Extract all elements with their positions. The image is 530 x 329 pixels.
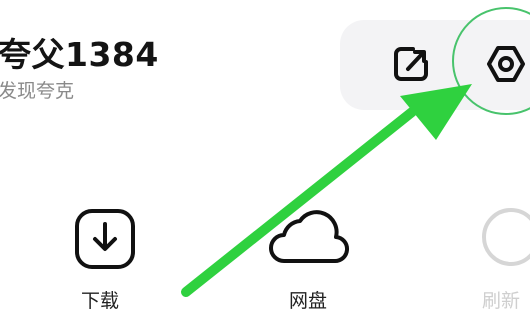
- pointer-arrow: [181, 84, 472, 297]
- app-screen: 夸父1384 发现夸克 下载 网盘 刷新: [0, 0, 530, 329]
- refresh-label: 刷新: [482, 290, 521, 312]
- cloud-icon: [269, 210, 349, 264]
- refresh-button[interactable]: [476, 202, 530, 272]
- download-icon: [75, 209, 135, 269]
- refresh-icon: [482, 208, 530, 266]
- download-label: 下载: [81, 290, 120, 312]
- cloud-drive-label: 网盘: [289, 290, 328, 312]
- cloud-drive-button[interactable]: [268, 203, 352, 275]
- download-button[interactable]: [72, 206, 138, 272]
